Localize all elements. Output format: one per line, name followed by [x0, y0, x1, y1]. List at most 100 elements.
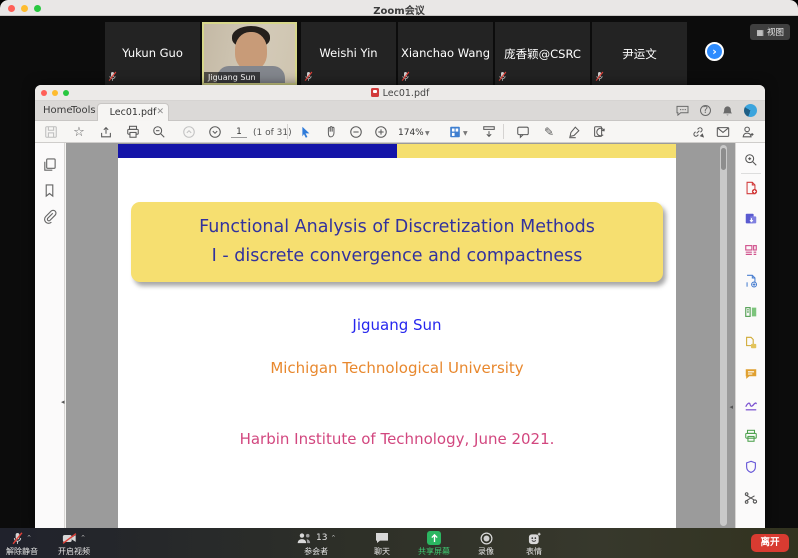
convert-pdf-icon[interactable] — [744, 212, 758, 226]
slide-title-line2: I - discrete convergence and compactness — [131, 242, 663, 271]
next-participants-page-button[interactable]: › — [705, 42, 724, 61]
zoom-bottom-toolbar: ⌃ 解除静音 ⌃ 开启视频 13 ⌃ 参会者 聊天 — [0, 528, 798, 558]
slide-author: Jiguang Sun — [118, 316, 676, 334]
collapse-left-panel-arrow[interactable]: ◂ — [61, 398, 65, 406]
tools-panel — [735, 143, 765, 528]
slide-page: Functional Analysis of Discretization Me… — [118, 144, 676, 528]
participants-count: 13 — [316, 533, 327, 543]
slide-header-yellow-bar — [397, 144, 676, 158]
rotate-convert-icon[interactable] — [591, 124, 607, 140]
star-favorite-icon[interactable]: ☆ — [71, 124, 87, 140]
zoom-dropdown-caret[interactable]: ▼ — [425, 130, 430, 137]
person-add-icon[interactable] — [740, 124, 756, 140]
account-avatar[interactable] — [744, 104, 757, 117]
participant-name: Jiguang Sun — [204, 72, 260, 83]
document-canvas[interactable]: Functional Analysis of Discretization Me… — [66, 143, 735, 528]
create-pdf-icon[interactable] — [744, 181, 758, 195]
pdf-titlebar: Lec01.pdf — [35, 85, 765, 101]
video-options-caret[interactable]: ⌃ — [80, 534, 86, 542]
combine-files-icon[interactable] — [744, 336, 758, 350]
protect-shield-icon[interactable] — [744, 460, 758, 474]
muted-mic-icon — [401, 71, 410, 82]
participant-video-strip: Yukun Guo Jiguang Sun Weishi Yin Xiancha… — [0, 16, 798, 88]
participants-options-caret[interactable]: ⌃ — [330, 534, 336, 542]
scrollbar-thumb[interactable] — [721, 148, 726, 170]
edit-pdf-icon[interactable] — [744, 274, 758, 288]
slide-title-line1: Functional Analysis of Discretization Me… — [131, 213, 663, 242]
vertical-scrollbar[interactable] — [720, 145, 727, 526]
organize-pages-icon[interactable] — [744, 243, 758, 257]
email-icon[interactable] — [715, 124, 731, 140]
pdf-toolbar: ☆ (1 of 31) 174% ▼ ▼ ✎ — [35, 121, 765, 143]
participant-tile-active-speaker[interactable]: Jiguang Sun — [202, 22, 297, 85]
search-zoom-icon[interactable] — [151, 124, 167, 140]
attachments-paperclip-icon[interactable] — [42, 209, 57, 224]
pencil-annotate-icon[interactable]: ✎ — [541, 124, 557, 140]
participant-tile[interactable]: Xianchao Wang — [398, 22, 493, 85]
bookmarks-icon[interactable] — [42, 183, 57, 198]
help-icon[interactable]: ? — [700, 105, 711, 116]
tab-tools[interactable]: Tools — [71, 105, 96, 116]
participant-tile[interactable]: 尹运文 — [592, 22, 687, 85]
more-tools-icon[interactable] — [744, 491, 758, 505]
notifications-bell-icon[interactable] — [722, 105, 733, 117]
slide-title-box: Functional Analysis of Discretization Me… — [131, 202, 663, 282]
zoom-level-value[interactable]: 174% — [398, 128, 424, 138]
share-screen-button[interactable]: 共享屏幕 — [418, 531, 450, 557]
navigation-panel — [35, 143, 65, 528]
slide-header-blue-bar — [118, 144, 397, 158]
participants-button[interactable]: 13 ⌃ 参会者 — [296, 531, 336, 557]
tab-document[interactable]: Lec01.pdf ✕ — [97, 103, 169, 121]
participant-name: 庞香颖@CSRC — [495, 46, 590, 62]
share-link-icon[interactable] — [690, 124, 706, 140]
fill-form-icon[interactable] — [744, 305, 758, 319]
page-thumbnails-icon[interactable] — [42, 157, 57, 172]
page-display-icon[interactable] — [447, 124, 463, 140]
unmute-button[interactable]: ⌃ 解除静音 — [6, 531, 38, 557]
save-icon[interactable] — [43, 124, 59, 140]
page-count-label: (1 of 31) — [253, 128, 292, 138]
view-mode-button[interactable]: ▦ 视图 — [750, 24, 790, 40]
pdf-body: ◂ Functional Analysis of Discretization … — [35, 143, 765, 528]
slide-venue: Harbin Institute of Technology, June 202… — [118, 430, 676, 448]
page-number-input[interactable] — [231, 126, 247, 138]
leave-meeting-button[interactable]: 离开 — [751, 534, 789, 552]
signature-icon[interactable] — [566, 124, 582, 140]
fit-width-icon[interactable] — [481, 124, 497, 140]
collapse-right-panel-arrow[interactable]: ◂ — [729, 403, 733, 411]
participant-name: Yukun Guo — [105, 46, 200, 60]
muted-mic-icon — [304, 71, 313, 82]
print-icon[interactable] — [125, 124, 141, 140]
e-sign-icon[interactable] — [744, 398, 758, 412]
participant-tile[interactable]: 庞香颖@CSRC — [495, 22, 590, 85]
share-upload-icon[interactable] — [98, 124, 114, 140]
participant-tile[interactable]: Yukun Guo — [105, 22, 200, 85]
nav-up-icon[interactable] — [181, 124, 197, 140]
record-button[interactable]: 录像 — [478, 531, 494, 557]
feedback-bubble-icon[interactable] — [676, 105, 689, 116]
nav-down-icon[interactable] — [207, 124, 223, 140]
pdf-window-title: Lec01.pdf — [35, 88, 765, 99]
participant-name: 尹运文 — [592, 46, 687, 62]
muted-mic-icon — [498, 71, 507, 82]
scan-print-icon[interactable] — [744, 429, 758, 443]
tab-home[interactable]: Home — [43, 105, 73, 116]
chat-button[interactable]: 聊天 — [374, 531, 390, 557]
comments-icon[interactable] — [744, 367, 758, 381]
hand-tool-icon[interactable] — [323, 124, 339, 140]
select-cursor-icon[interactable] — [297, 124, 313, 140]
zoom-meeting-window: Zoom会议 Yukun Guo Jiguang Sun Weishi Yin … — [0, 0, 798, 558]
mic-options-caret[interactable]: ⌃ — [26, 534, 32, 542]
search-plus-icon[interactable] — [744, 153, 758, 167]
start-video-button[interactable]: ⌃ 开启视频 — [58, 531, 90, 557]
zoom-out-icon[interactable] — [348, 124, 364, 140]
reactions-button[interactable]: 表情 — [526, 531, 542, 557]
close-tab-icon[interactable]: ✕ — [156, 104, 164, 121]
participants-icon — [296, 532, 313, 544]
participant-tile[interactable]: Weishi Yin — [301, 22, 396, 85]
zoom-in-icon[interactable] — [373, 124, 389, 140]
comment-icon[interactable] — [515, 124, 531, 140]
muted-camera-icon — [62, 533, 77, 544]
record-icon — [480, 532, 493, 545]
page-display-caret[interactable]: ▼ — [463, 130, 468, 137]
